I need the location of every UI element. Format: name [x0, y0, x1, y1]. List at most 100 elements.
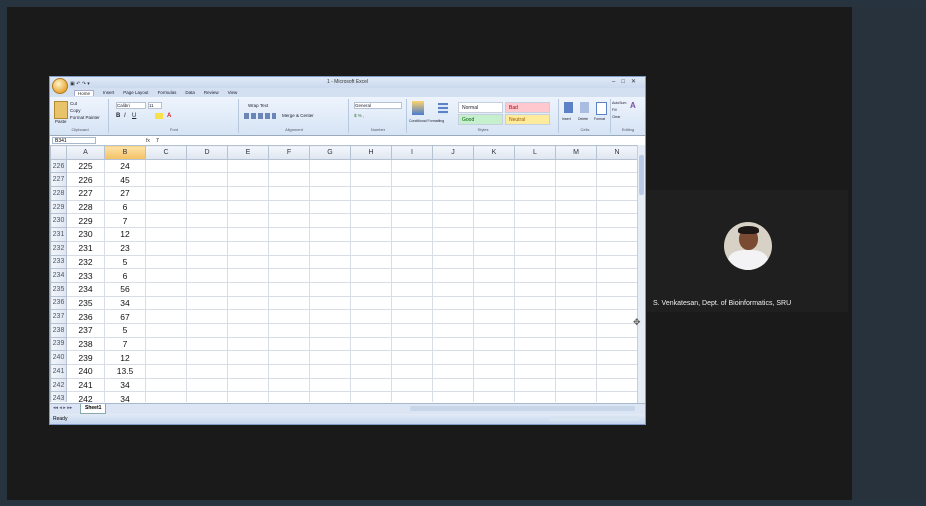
empty-cell[interactable]: [473, 158, 515, 174]
empty-cell[interactable]: [145, 172, 187, 188]
row-header[interactable]: 243: [50, 391, 67, 402]
empty-cell[interactable]: [596, 350, 638, 365]
column-header[interactable]: M: [555, 145, 597, 160]
cell-table[interactable]: A B C D E F G H I J K L M N 226 225 24 227 2…: [50, 145, 638, 402]
row-header[interactable]: 231: [50, 227, 67, 242]
empty-cell[interactable]: [555, 213, 597, 229]
empty-cell[interactable]: [350, 364, 392, 379]
empty-cell[interactable]: [391, 268, 433, 283]
insert-cells-icon[interactable]: [564, 102, 573, 113]
empty-cell[interactable]: [473, 322, 515, 338]
empty-cell[interactable]: [596, 309, 638, 324]
empty-cell[interactable]: [268, 268, 310, 283]
empty-cell[interactable]: [227, 377, 269, 393]
style-neutral[interactable]: Neutral: [505, 114, 550, 125]
empty-cell[interactable]: [473, 364, 515, 379]
empty-cell[interactable]: [350, 281, 392, 297]
empty-cell[interactable]: [145, 391, 187, 402]
row-header[interactable]: 229: [50, 199, 67, 215]
cell-b[interactable]: 24: [104, 158, 146, 174]
empty-cell[interactable]: [596, 336, 638, 352]
empty-cell[interactable]: [268, 336, 310, 352]
empty-cell[interactable]: [227, 350, 269, 365]
empty-cell[interactable]: [391, 158, 433, 174]
column-header[interactable]: K: [473, 145, 515, 160]
cell-a[interactable]: 238: [66, 336, 105, 352]
empty-cell[interactable]: [514, 199, 556, 215]
column-header[interactable]: G: [309, 145, 351, 160]
empty-cell[interactable]: [268, 199, 310, 215]
empty-cell[interactable]: [309, 240, 351, 256]
sheet-tab[interactable]: Sheet1: [80, 404, 107, 414]
empty-cell[interactable]: [268, 391, 310, 402]
cell-a[interactable]: 232: [66, 254, 105, 270]
sheet-nav-icons[interactable]: ◂◂ ◂ ▸ ▸▸: [53, 405, 72, 411]
office-button[interactable]: [52, 78, 68, 94]
empty-cell[interactable]: [309, 172, 351, 188]
empty-cell[interactable]: [391, 309, 433, 324]
empty-cell[interactable]: [227, 172, 269, 188]
empty-cell[interactable]: [309, 336, 351, 352]
empty-cell[interactable]: [391, 295, 433, 311]
empty-cell[interactable]: [350, 391, 392, 402]
empty-cell[interactable]: [309, 295, 351, 311]
empty-cell[interactable]: [391, 213, 433, 229]
column-header[interactable]: F: [268, 145, 310, 160]
empty-cell[interactable]: [350, 295, 392, 311]
fill-button[interactable]: Fill: [612, 108, 616, 112]
window-controls[interactable]: –□✕: [612, 77, 642, 88]
empty-cell[interactable]: [227, 199, 269, 215]
empty-cell[interactable]: [514, 309, 556, 324]
empty-cell[interactable]: [227, 213, 269, 229]
horizontal-scrollbar[interactable]: [410, 406, 635, 411]
empty-cell[interactable]: [391, 364, 433, 379]
empty-cell[interactable]: [555, 364, 597, 379]
cell-a[interactable]: 231: [66, 240, 105, 256]
conditional-formatting-button[interactable]: Conditional Formatting: [409, 119, 444, 123]
empty-cell[interactable]: [514, 227, 556, 242]
empty-cell[interactable]: [268, 227, 310, 242]
empty-cell[interactable]: [555, 336, 597, 352]
empty-cell[interactable]: [514, 377, 556, 393]
font-color-icon[interactable]: A: [167, 113, 171, 119]
empty-cell[interactable]: [350, 227, 392, 242]
cell-b[interactable]: 7: [104, 336, 146, 352]
empty-cell[interactable]: [555, 309, 597, 324]
empty-cell[interactable]: [227, 295, 269, 311]
empty-cell[interactable]: [432, 186, 474, 201]
align-icons[interactable]: [244, 113, 276, 119]
cell-a[interactable]: 226: [66, 172, 105, 188]
name-box[interactable]: B341: [52, 137, 96, 144]
tab-page-layout[interactable]: Page Layout: [123, 90, 148, 95]
empty-cell[interactable]: [432, 322, 474, 338]
cell-b[interactable]: 27: [104, 186, 146, 201]
column-header[interactable]: N: [596, 145, 638, 160]
empty-cell[interactable]: [596, 227, 638, 242]
cell-a[interactable]: 241: [66, 377, 105, 393]
delete-button[interactable]: Delete: [578, 117, 588, 121]
empty-cell[interactable]: [555, 254, 597, 270]
column-header[interactable]: L: [514, 145, 556, 160]
row-header[interactable]: 239: [50, 336, 67, 352]
empty-cell[interactable]: [309, 281, 351, 297]
empty-cell[interactable]: [432, 364, 474, 379]
cell-a[interactable]: 234: [66, 281, 105, 297]
cell-a[interactable]: 225: [66, 158, 105, 174]
empty-cell[interactable]: [555, 172, 597, 188]
empty-cell[interactable]: [145, 158, 187, 174]
close-icon[interactable]: ✕: [631, 79, 642, 85]
row-header[interactable]: 226: [50, 158, 67, 174]
empty-cell[interactable]: [186, 227, 228, 242]
cell-a[interactable]: 230: [66, 227, 105, 242]
underline-icon[interactable]: U: [132, 113, 136, 119]
font-name-select[interactable]: Calibri: [116, 102, 146, 109]
empty-cell[interactable]: [309, 391, 351, 402]
cell-a[interactable]: 235: [66, 295, 105, 311]
empty-cell[interactable]: [227, 322, 269, 338]
empty-cell[interactable]: [186, 186, 228, 201]
style-normal[interactable]: Normal: [458, 102, 503, 113]
empty-cell[interactable]: [432, 350, 474, 365]
empty-cell[interactable]: [473, 172, 515, 188]
cell-b[interactable]: 23: [104, 240, 146, 256]
empty-cell[interactable]: [555, 186, 597, 201]
